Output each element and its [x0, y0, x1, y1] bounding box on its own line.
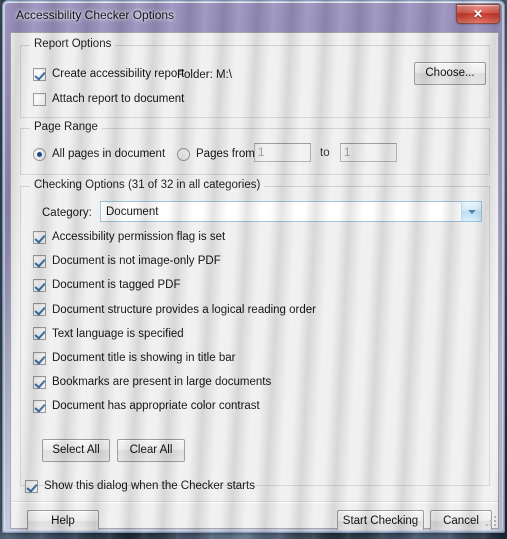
checking-option-checkbox[interactable]: Text language is specified: [33, 326, 184, 342]
dialog-window: Accessibility Checker Options ✕ Report O…: [2, 0, 505, 533]
checkbox-box: [33, 92, 46, 106]
checking-option-checkbox[interactable]: Bookmarks are present in large documents: [33, 374, 271, 390]
footer-separator: [11, 501, 498, 503]
checking-option-label: Text language is specified: [52, 327, 184, 340]
radio-box: [177, 147, 190, 161]
chevron-down-icon[interactable]: [461, 202, 481, 221]
create-accessibility-report-label: Create accessibility report: [52, 68, 185, 80]
report-options-group: Report Options: [20, 38, 490, 118]
dialog-client-area: Report Options Create accessibility repo…: [10, 32, 499, 530]
report-options-legend: Report Options: [30, 38, 116, 50]
desktop-backdrop: Accessibility Checker Options ✕ Report O…: [0, 0, 507, 539]
pages-from-label: Pages from: [196, 148, 255, 160]
window-glass-frame: Accessibility Checker Options ✕ Report O…: [4, 2, 503, 531]
clear-all-button[interactable]: Clear All: [117, 439, 185, 462]
pages-to-label: to: [320, 147, 330, 159]
cancel-button[interactable]: Cancel: [430, 510, 492, 530]
checkbox-box: [33, 351, 46, 365]
checking-option-checkbox[interactable]: Document structure provides a logical re…: [33, 302, 316, 318]
choose-folder-button[interactable]: Choose...: [414, 62, 486, 85]
close-icon: ✕: [472, 7, 484, 21]
all-pages-radio[interactable]: All pages in document: [33, 146, 165, 162]
select-all-button[interactable]: Select All: [42, 439, 110, 462]
checkbox-box: [33, 278, 46, 292]
checking-option-checkbox[interactable]: Document has appropriate color contrast: [33, 398, 260, 414]
pages-from-input[interactable]: 1: [254, 143, 311, 162]
checking-option-label: Bookmarks are present in large documents: [52, 376, 272, 389]
checkbox-box: [33, 67, 46, 81]
pages-to-input[interactable]: 1: [340, 143, 397, 162]
checking-options-group: Checking Options (31 of 32 in all catego…: [20, 179, 490, 486]
checking-option-label: Document is tagged PDF: [52, 279, 181, 292]
checkbox-box: [33, 375, 46, 389]
checkbox-box: [33, 254, 46, 268]
checking-option-checkbox[interactable]: Accessibility permission flag is set: [33, 229, 225, 245]
page-range-group: Page Range: [20, 121, 490, 175]
checking-option-checkbox[interactable]: Document is not image-only PDF: [33, 253, 221, 269]
report-folder-label: Folder: M:\: [177, 69, 232, 81]
checking-option-label: Document title is showing in title bar: [52, 352, 236, 364]
category-dropdown[interactable]: Document: [100, 201, 482, 222]
checking-option-checkbox[interactable]: Document title is showing in title bar: [33, 350, 235, 366]
show-dialog-on-start-checkbox[interactable]: Show this dialog when the Checker starts: [25, 478, 255, 494]
checking-option-label: Document has appropriate color contrast: [52, 400, 260, 413]
start-checking-button[interactable]: Start Checking: [337, 510, 424, 530]
checking-option-label: Document structure provides a logical re…: [52, 303, 316, 316]
checkbox-box: [33, 399, 46, 413]
checkbox-box: [33, 327, 46, 341]
category-selected-value: Document: [106, 205, 159, 218]
checking-option-label: Document is not image-only PDF: [52, 255, 221, 268]
checking-option-checkbox[interactable]: Document is tagged PDF: [33, 277, 180, 293]
pages-from-radio[interactable]: Pages from: [177, 146, 255, 162]
attach-report-to-document-label: Attach report to document: [52, 93, 185, 105]
checking-option-label: Accessibility permission flag is set: [52, 231, 226, 243]
category-label: Category:: [42, 207, 92, 219]
checkbox-box: [33, 303, 46, 317]
all-pages-label: All pages in document: [52, 148, 166, 160]
create-accessibility-report-checkbox[interactable]: Create accessibility report: [33, 66, 184, 82]
checkbox-box: [33, 230, 46, 244]
show-dialog-on-start-label: Show this dialog when the Checker starts: [44, 480, 255, 492]
title-bar[interactable]: Accessibility Checker Options ✕: [5, 3, 502, 30]
checking-options-legend: Checking Options (31 of 32 in all catego…: [30, 179, 265, 191]
window-title: Accessibility Checker Options: [16, 8, 175, 22]
attach-report-to-document-checkbox[interactable]: Attach report to document: [33, 91, 184, 107]
checkbox-box: [25, 479, 38, 493]
page-range-legend: Page Range: [30, 121, 102, 133]
radio-box: [33, 147, 46, 161]
help-button[interactable]: Help: [27, 510, 99, 530]
resize-grip[interactable]: [484, 514, 496, 526]
close-button[interactable]: ✕: [456, 4, 500, 24]
